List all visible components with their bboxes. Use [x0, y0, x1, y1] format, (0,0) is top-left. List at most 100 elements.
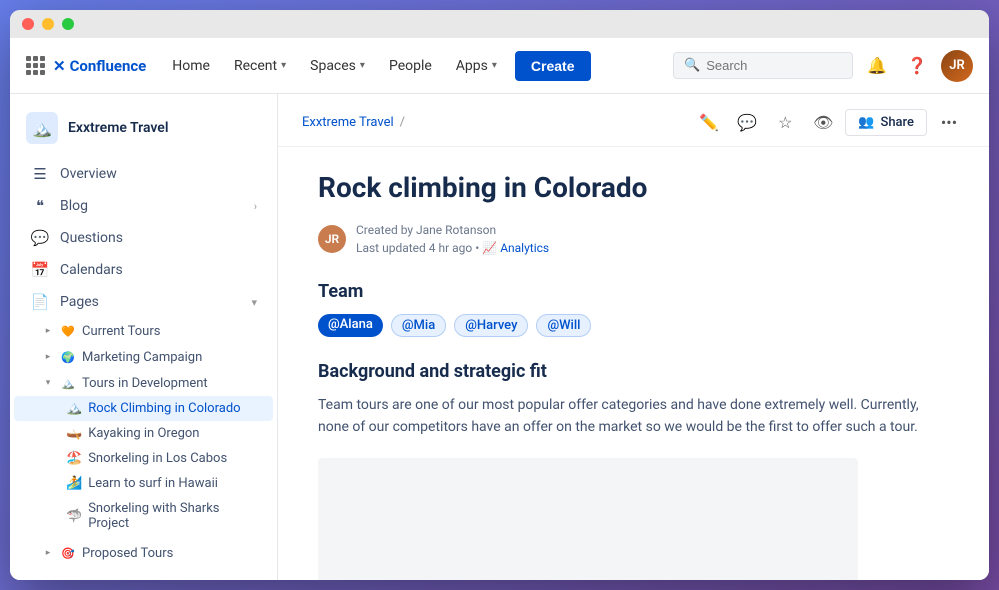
- app-window: ✕ Confluence Home Recent ▾ Spaces ▾ Peop…: [10, 10, 989, 580]
- search-input[interactable]: [706, 58, 842, 73]
- breadcrumb-sep: /: [400, 115, 405, 130]
- navbar: ✕ Confluence Home Recent ▾ Spaces ▾ Peop…: [10, 38, 989, 94]
- close-button[interactable]: [22, 18, 34, 30]
- fullscreen-button[interactable]: [62, 18, 74, 30]
- edit-icon[interactable]: ✏️: [693, 106, 725, 138]
- avatar[interactable]: JR: [941, 50, 973, 82]
- nav-apps[interactable]: Apps ▾: [446, 52, 507, 80]
- tag-harvey[interactable]: @Harvey: [454, 314, 528, 337]
- tag-mia[interactable]: @Mia: [391, 314, 446, 337]
- current-tours-expand: ▸: [42, 325, 54, 337]
- subtree-snorkeling-cabos[interactable]: 🏖️ Snorkeling in Los Cabos: [14, 446, 273, 471]
- meta-text: Created by Jane Rotanson Last updated 4 …: [356, 221, 549, 257]
- create-button[interactable]: Create: [515, 51, 591, 81]
- rock-climbing-label: Rock Climbing in Colorado: [88, 401, 240, 416]
- questions-label: Questions: [60, 230, 123, 246]
- sidebar-item-calendars[interactable]: 📅 Calendars: [14, 254, 273, 286]
- pages-label: Pages: [60, 294, 99, 310]
- share-icon: 👥: [858, 115, 874, 130]
- watch-icon[interactable]: 👁: [807, 106, 839, 138]
- calendars-icon: 📅: [30, 261, 50, 279]
- marketing-expand: ▸: [42, 351, 54, 363]
- tree-proposed-tours[interactable]: ▸ 🎯 Proposed Tours: [14, 540, 273, 566]
- tours-dev-expand: ▾: [42, 377, 54, 389]
- author-avatar: JR: [318, 225, 346, 253]
- tree-current-tours[interactable]: ▸ 🧡 Current Tours: [14, 318, 273, 344]
- subtree-kayaking[interactable]: 🛶 Kayaking in Oregon: [14, 421, 273, 446]
- subtree-rock-climbing[interactable]: 🏔️ Rock Climbing in Colorado: [14, 396, 273, 421]
- tours-dev-icon: 🏔️: [60, 375, 76, 391]
- nav-right: 🔍 🔔 ❓ JR: [673, 50, 973, 82]
- tag-will[interactable]: @Will: [536, 314, 591, 337]
- apps-chevron: ▾: [492, 60, 497, 71]
- sidebar-item-pages[interactable]: 📄 Pages ▾: [14, 286, 273, 318]
- people-label: People: [389, 58, 432, 74]
- tree-marketing-campaign[interactable]: ▸ 🌍 Marketing Campaign: [14, 344, 273, 370]
- snorkeling-cabos-label: Snorkeling in Los Cabos: [88, 451, 227, 466]
- overview-label: Overview: [60, 166, 117, 182]
- main-layout: 🏔️ Exxtreme Travel ☰ Overview ❝ Blog › 💬…: [10, 94, 989, 580]
- marketing-icon: 🌍: [60, 349, 76, 365]
- spaces-chevron: ▾: [360, 60, 365, 71]
- snorkeling-cabos-icon: 🏖️: [66, 451, 82, 466]
- confluence-logo[interactable]: ✕ Confluence: [53, 57, 146, 75]
- subtree-snorkeling-sharks[interactable]: 🦈 Snorkeling with Sharks Project: [14, 496, 273, 536]
- logo-area: ✕ Confluence: [26, 56, 146, 75]
- proposed-tours-icon: 🎯: [60, 545, 76, 561]
- page-title: Rock climbing in Colorado: [318, 171, 949, 205]
- confluence-x-icon: ✕: [53, 57, 66, 75]
- current-tours-icon: 🧡: [60, 323, 76, 339]
- spaces-label: Spaces: [310, 58, 356, 74]
- analytics-label[interactable]: Analytics: [500, 241, 549, 255]
- content-area: Exxtreme Travel / ✏️ 💬 ☆ 👁 👥 Share ••• R…: [278, 94, 989, 580]
- team-heading: Team: [318, 281, 949, 302]
- star-icon[interactable]: ☆: [769, 106, 801, 138]
- search-box[interactable]: 🔍: [673, 52, 853, 79]
- grid-icon[interactable]: [26, 56, 45, 75]
- meta-row: JR Created by Jane Rotanson Last updated…: [318, 221, 949, 257]
- blog-label: Blog: [60, 198, 88, 214]
- nav-spaces[interactable]: Spaces ▾: [300, 52, 375, 80]
- proposed-tours-label: Proposed Tours: [82, 546, 173, 561]
- snorkeling-sharks-icon: 🦈: [66, 509, 82, 524]
- nav-recent[interactable]: Recent ▾: [224, 52, 296, 80]
- tree-tours-development[interactable]: ▾ 🏔️ Tours in Development: [14, 370, 273, 396]
- action-icons: ✏️ 💬 ☆ 👁 👥 Share •••: [693, 106, 965, 138]
- created-label: Created by Jane Rotanson: [356, 223, 496, 237]
- team-tags: @Alana @Mia @Harvey @Will: [318, 314, 949, 337]
- sidebar-item-overview[interactable]: ☰ Overview: [14, 158, 273, 190]
- minimize-button[interactable]: [42, 18, 54, 30]
- nav-people[interactable]: People: [379, 52, 442, 80]
- subtree-surf-hawaii[interactable]: 🏄 Learn to surf in Hawaii: [14, 471, 273, 496]
- notifications-button[interactable]: 🔔: [861, 50, 893, 82]
- blog-icon: ❝: [30, 197, 50, 215]
- rock-climbing-icon: 🏔️: [66, 401, 82, 416]
- kayaking-label: Kayaking in Oregon: [88, 426, 199, 441]
- updated-label: Last updated 4 hr ago: [356, 241, 472, 255]
- comment-icon[interactable]: 💬: [731, 106, 763, 138]
- share-button[interactable]: 👥 Share: [845, 109, 927, 136]
- sidebar-item-blog[interactable]: ❝ Blog ›: [14, 190, 273, 222]
- nav-home[interactable]: Home: [162, 52, 220, 80]
- questions-icon: 💬: [30, 229, 50, 247]
- space-icon: 🏔️: [26, 112, 58, 144]
- recent-chevron: ▾: [281, 60, 286, 71]
- more-button[interactable]: •••: [933, 106, 965, 138]
- kayaking-icon: 🛶: [66, 426, 82, 441]
- page-content: Rock climbing in Colorado JR Created by …: [278, 147, 989, 580]
- proposed-tours-expand: ▸: [42, 547, 54, 559]
- image-placeholder: [318, 458, 858, 580]
- breadcrumb-bar: Exxtreme Travel / ✏️ 💬 ☆ 👁 👥 Share •••: [278, 94, 989, 147]
- help-button[interactable]: ❓: [901, 50, 933, 82]
- snorkeling-sharks-label: Snorkeling with Sharks Project: [88, 501, 257, 531]
- sidebar: 🏔️ Exxtreme Travel ☰ Overview ❝ Blog › 💬…: [10, 94, 278, 580]
- bg-heading: Background and strategic fit: [318, 361, 949, 382]
- breadcrumb: Exxtreme Travel /: [302, 115, 405, 130]
- blog-expand-icon: ›: [254, 200, 257, 213]
- breadcrumb-space[interactable]: Exxtreme Travel: [302, 115, 394, 130]
- home-label: Home: [172, 58, 210, 74]
- surf-hawaii-label: Learn to surf in Hawaii: [88, 476, 218, 491]
- tag-alana[interactable]: @Alana: [318, 314, 383, 337]
- sidebar-item-questions[interactable]: 💬 Questions: [14, 222, 273, 254]
- background-section: Background and strategic fit Team tours …: [318, 361, 949, 439]
